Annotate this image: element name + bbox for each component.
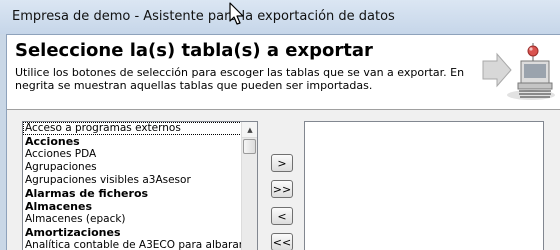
list-item[interactable]: Agrupaciones visibles a3Asesor xyxy=(23,174,242,187)
available-tables-list[interactable]: Acceso a programas externos Acciones Accio… xyxy=(22,121,258,250)
list-item[interactable]: Almacenes (epack) xyxy=(23,213,242,226)
list-item[interactable]: Acciones PDA xyxy=(23,148,242,161)
list-item[interactable]: Acciones xyxy=(23,135,242,148)
list-item[interactable]: Almacenes xyxy=(23,200,242,213)
wizard-window: Seleccione la(s) tabla(s) a exportar Uti… xyxy=(6,34,560,250)
wizard-content: Acceso a programas externos Acciones Accio… xyxy=(7,109,560,250)
add-all-button[interactable]: >> xyxy=(271,180,293,198)
export-wizard-icon xyxy=(471,39,555,103)
add-selected-button[interactable]: > xyxy=(271,154,293,172)
scroll-thumb[interactable] xyxy=(243,139,256,154)
list-item[interactable]: Agrupaciones xyxy=(23,161,242,174)
list-item[interactable]: Acceso a programas externos xyxy=(23,122,242,135)
list-item[interactable]: Amortizaciones xyxy=(23,226,242,239)
wizard-header: Seleccione la(s) tabla(s) a exportar Uti… xyxy=(7,35,560,109)
remove-selected-button[interactable]: < xyxy=(271,207,293,225)
page-title: Seleccione la(s) tabla(s) a exportar xyxy=(15,40,373,61)
available-tables-items: Acceso a programas externos Acciones Accio… xyxy=(23,122,242,250)
window-title: Empresa de demo - Asistente para la expo… xyxy=(12,9,395,24)
available-tables-scrollbar[interactable]: ▲ xyxy=(241,122,257,250)
window-titlebar: Empresa de demo - Asistente para la expo… xyxy=(0,0,560,34)
mouse-pointer-icon xyxy=(228,2,248,26)
scroll-up-arrow-icon[interactable]: ▲ xyxy=(242,122,258,138)
selected-tables-list[interactable] xyxy=(304,121,544,250)
list-item[interactable]: Analítica contable de A3ECO para albaran… xyxy=(23,239,242,250)
page-description: Utilice los botones de selección para es… xyxy=(15,66,475,92)
remove-all-button[interactable]: << xyxy=(271,233,293,250)
list-item[interactable]: Alarmas de ficheros xyxy=(23,187,242,200)
